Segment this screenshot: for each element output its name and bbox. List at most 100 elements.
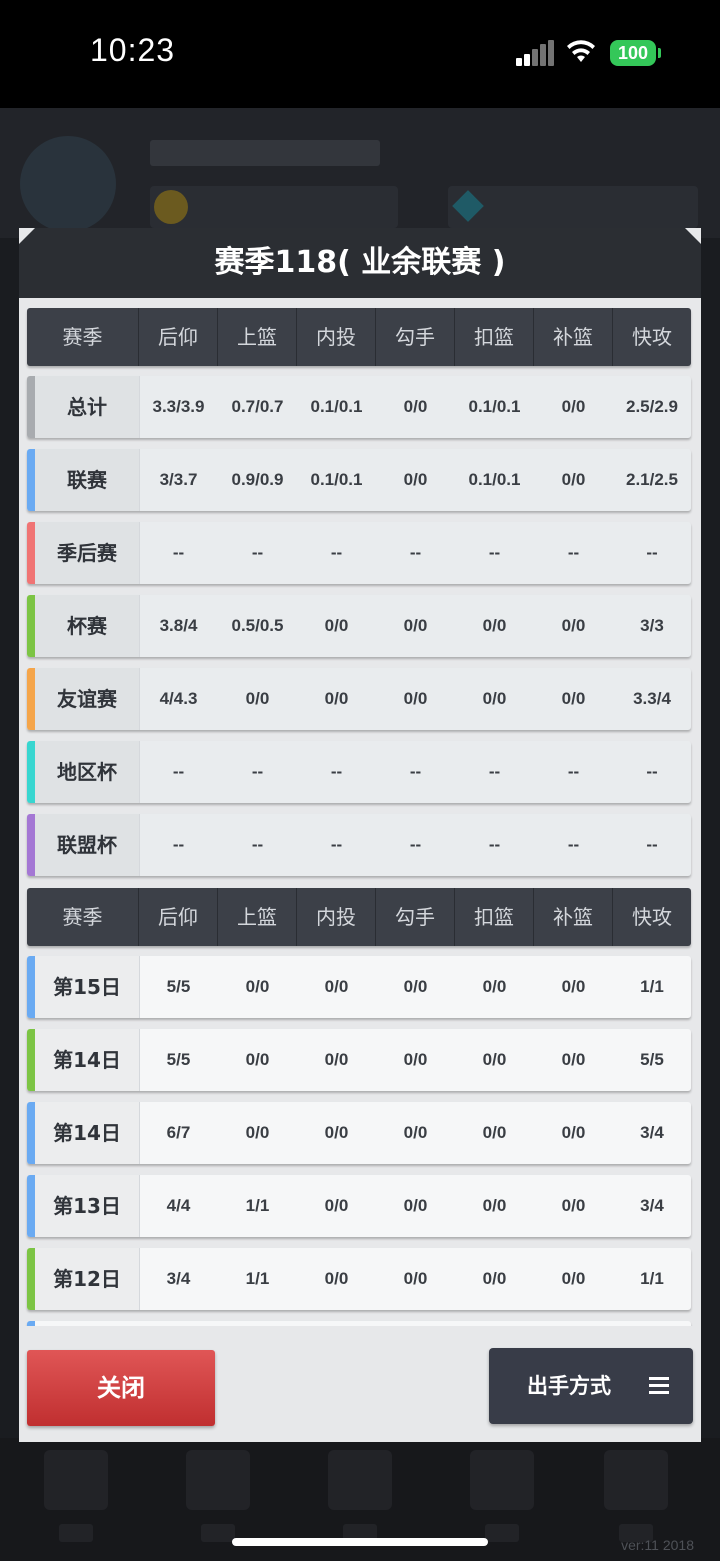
stat-cell: 2.1/2.5 bbox=[626, 470, 678, 489]
column-header: 赛季 bbox=[27, 308, 139, 366]
row-label: 地区杯 bbox=[35, 741, 140, 803]
stat-cell: 0/0 bbox=[403, 397, 428, 416]
stat-cell: 0.1/0.1 bbox=[310, 397, 363, 416]
stat-cell: 4/4 bbox=[166, 1196, 191, 1215]
stat-cell: 0/0 bbox=[245, 689, 270, 708]
stats-row[interactable]: 季后赛 -- -- -- -- -- -- -- bbox=[27, 522, 691, 584]
stat-cell: 1/1 bbox=[245, 1196, 270, 1215]
stats-row[interactable]: 地区杯 -- -- -- -- -- -- -- bbox=[27, 741, 691, 803]
stat-cell: 0/0 bbox=[561, 689, 586, 708]
stat-cell: 0/0 bbox=[324, 1050, 349, 1069]
row-color-bar bbox=[27, 1029, 35, 1091]
stat-cell: 0.1/0.1 bbox=[310, 470, 363, 489]
stats-row[interactable]: 联赛 3/3.7 0.9/0.9 0.1/0.1 0/0 0.1/0.1 0/0 2.1/2.… bbox=[27, 449, 691, 511]
stat-cell: 0/0 bbox=[403, 977, 428, 996]
row-color-bar bbox=[27, 668, 35, 730]
stats-row[interactable]: 第13日 4/4 1/1 0/0 0/0 0/0 0/0 3/4 bbox=[27, 1175, 691, 1237]
stats-row[interactable]: 杯赛 3.8/4 0.5/0.5 0/0 0/0 0/0 0/0 3/3 bbox=[27, 595, 691, 657]
row-label: 第14日 bbox=[35, 1029, 140, 1091]
row-label: 第15日 bbox=[35, 956, 140, 1018]
battery-icon: 100 bbox=[610, 40, 656, 66]
stat-cell: 0/0 bbox=[245, 977, 270, 996]
stat-cell: 3/3.7 bbox=[159, 470, 198, 489]
stat-cell: -- bbox=[251, 835, 264, 854]
cellular-signal-icon bbox=[516, 40, 554, 66]
stat-cell: 0/0 bbox=[482, 1196, 507, 1215]
stat-cell: -- bbox=[409, 543, 422, 562]
stat-cell: 0/0 bbox=[403, 1123, 428, 1142]
shot-type-label: 出手方式 bbox=[527, 1374, 611, 1398]
gem-bar bbox=[448, 186, 698, 228]
column-header: 扣篮 bbox=[455, 888, 534, 946]
stat-cell: 0/0 bbox=[561, 1123, 586, 1142]
stat-cell: 0.1/0.1 bbox=[468, 397, 521, 416]
stat-cell: 1/1 bbox=[640, 1269, 664, 1288]
stat-cell: 0/0 bbox=[561, 977, 586, 996]
stat-cell: -- bbox=[330, 762, 343, 781]
stat-cell: 0/0 bbox=[561, 1196, 586, 1215]
stat-cell: 0.1/0.1 bbox=[468, 470, 521, 489]
stats-table-scroll[interactable]: 赛季 后仰 上篮 内投 勾手 扣篮 补篮 快攻 总计 3.3/3.9 0.7/0.7 0.1/0.1 0… bbox=[19, 298, 701, 1326]
stat-cell: -- bbox=[488, 835, 501, 854]
stat-cell: 0.7/0.7 bbox=[231, 397, 284, 416]
menu-icon bbox=[649, 1377, 669, 1395]
column-header: 勾手 bbox=[376, 308, 455, 366]
stats-row[interactable]: 第14日 6/7 0/0 0/0 0/0 0/0 0/0 3/4 bbox=[27, 1102, 691, 1164]
stat-cell: 0/0 bbox=[403, 689, 428, 708]
row-label: 联盟杯 bbox=[35, 814, 140, 876]
column-header: 后仰 bbox=[139, 888, 218, 946]
row-color-bar bbox=[27, 1321, 35, 1326]
close-button[interactable]: 关闭 bbox=[27, 1350, 215, 1426]
stat-cell: 0/0 bbox=[403, 1050, 428, 1069]
team-name-placeholder bbox=[150, 140, 380, 166]
stat-cell: 0/0 bbox=[561, 1269, 586, 1288]
coin-icon bbox=[154, 190, 188, 224]
stat-cell: -- bbox=[567, 835, 580, 854]
stat-cell: -- bbox=[488, 762, 501, 781]
row-color-bar bbox=[27, 376, 35, 438]
dialog-header: 赛季118( 业余联赛 ) bbox=[19, 228, 701, 298]
row-label: 第14日 bbox=[35, 1102, 140, 1164]
row-color-bar bbox=[27, 1102, 35, 1164]
stat-cell: 1/1 bbox=[640, 977, 664, 996]
stat-cell: 0/0 bbox=[324, 1196, 349, 1215]
stat-cell: 3/4 bbox=[640, 1123, 664, 1142]
stat-cell: 0/0 bbox=[324, 1269, 349, 1288]
stat-cell: 0.5/0.5 bbox=[231, 616, 284, 635]
dialog-title: 赛季118( 业余联赛 ) bbox=[214, 245, 506, 280]
stats-row[interactable]: 第14日 5/5 0/0 0/0 0/0 0/0 0/0 5/5 bbox=[27, 1029, 691, 1091]
stat-cell: 0/0 bbox=[403, 470, 428, 489]
column-header-row: 赛季 后仰 上篮 内投 勾手 扣篮 补篮 快攻 bbox=[27, 888, 691, 946]
stat-cell: 6/7 bbox=[166, 1123, 191, 1142]
stat-cell: 0/0 bbox=[482, 1269, 507, 1288]
row-label: 总计 bbox=[35, 376, 140, 438]
stats-row[interactable]: 联盟杯 -- -- -- -- -- -- -- bbox=[27, 814, 691, 876]
stat-cell: 0/0 bbox=[561, 397, 586, 416]
stat-cell: 0/0 bbox=[403, 616, 428, 635]
stats-row[interactable]: 第15日 5/5 0/0 0/0 0/0 0/0 0/0 1/1 bbox=[27, 956, 691, 1018]
stat-cell: 0/0 bbox=[245, 1050, 270, 1069]
stat-cell: 0/0 bbox=[403, 1196, 428, 1215]
stat-cell: -- bbox=[251, 762, 264, 781]
stats-row[interactable]: 友谊赛 4/4.3 0/0 0/0 0/0 0/0 0/0 3.3/4 bbox=[27, 668, 691, 730]
stat-cell: 2.5/2.9 bbox=[626, 397, 678, 416]
stat-cell: 1/1 bbox=[245, 1269, 270, 1288]
stat-cell: 4/4.3 bbox=[159, 689, 198, 708]
shot-type-button[interactable]: 出手方式 bbox=[489, 1348, 693, 1424]
stat-cell: 0/0 bbox=[482, 1123, 507, 1142]
stats-row[interactable]: 总计 3.3/3.9 0.7/0.7 0.1/0.1 0/0 0.1/0.1 0/0 2.5/… bbox=[27, 376, 691, 438]
stat-cell: 5/5 bbox=[640, 1050, 664, 1069]
row-label: 杯赛 bbox=[35, 595, 140, 657]
version-label: ver:11 2018 bbox=[621, 1537, 694, 1553]
column-header: 上篮 bbox=[218, 888, 297, 946]
stat-cell: 0/0 bbox=[561, 470, 586, 489]
row-color-bar bbox=[27, 449, 35, 511]
column-header: 勾手 bbox=[376, 888, 455, 946]
stats-row[interactable]: 第12日 3/4 1/1 0/0 0/0 0/0 0/0 1/1 bbox=[27, 1248, 691, 1310]
stat-cell: 3/4 bbox=[640, 1196, 664, 1215]
column-header: 快攻 bbox=[632, 325, 672, 349]
stats-row-partial bbox=[27, 1321, 691, 1326]
stat-cell: -- bbox=[488, 543, 501, 562]
column-header: 赛季 bbox=[27, 888, 139, 946]
stat-cell: 0/0 bbox=[561, 616, 586, 635]
